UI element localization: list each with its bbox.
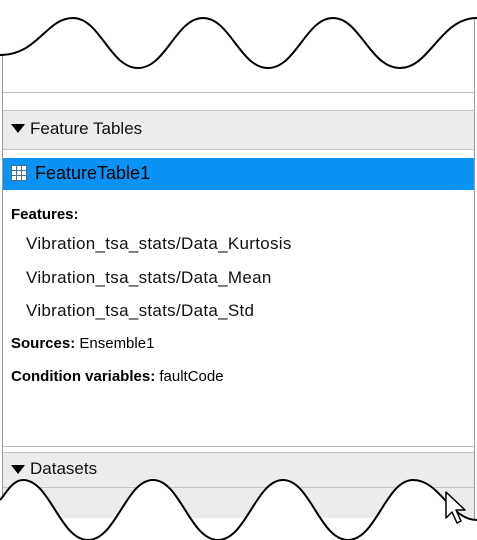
condition-variables-line: Condition variables: faultCode (11, 368, 224, 385)
features-heading: Features: (11, 206, 79, 223)
datasets-header[interactable]: Datasets (3, 452, 474, 488)
feature-item: Vibration_tsa_stats/Data_Mean (26, 268, 272, 287)
dataset-item[interactable]: 1 (3, 488, 474, 518)
dataset-item-label: 1 (147, 494, 157, 513)
collapse-triangle-icon[interactable] (11, 465, 25, 474)
feature-tables-header[interactable]: Feature Tables (3, 110, 474, 150)
sources-line: Sources: Ensemble1 (11, 335, 154, 352)
feature-item: Vibration_tsa_stats/Data_Kurtosis (26, 234, 292, 253)
sources-label: Sources: (11, 335, 76, 352)
feature-tables-label: Feature Tables (30, 119, 143, 138)
feature-browser-panel: Feature Tables FeatureTable1 Features: V… (2, 0, 475, 540)
sources-value: Ensemble1 (79, 335, 155, 352)
divider (3, 446, 474, 447)
condition-variables-value: faultCode (159, 368, 224, 385)
feature-table-name: FeatureTable1 (35, 163, 151, 183)
table-grid-icon (11, 165, 27, 181)
divider (3, 92, 474, 93)
collapse-triangle-icon[interactable] (11, 124, 25, 133)
mouse-pointer-icon (445, 491, 466, 524)
datasets-label: Datasets (30, 459, 98, 478)
feature-table-item[interactable]: FeatureTable1 (3, 158, 474, 190)
condition-variables-label: Condition variables: (11, 368, 156, 385)
feature-item: Vibration_tsa_stats/Data_Std (26, 301, 255, 320)
